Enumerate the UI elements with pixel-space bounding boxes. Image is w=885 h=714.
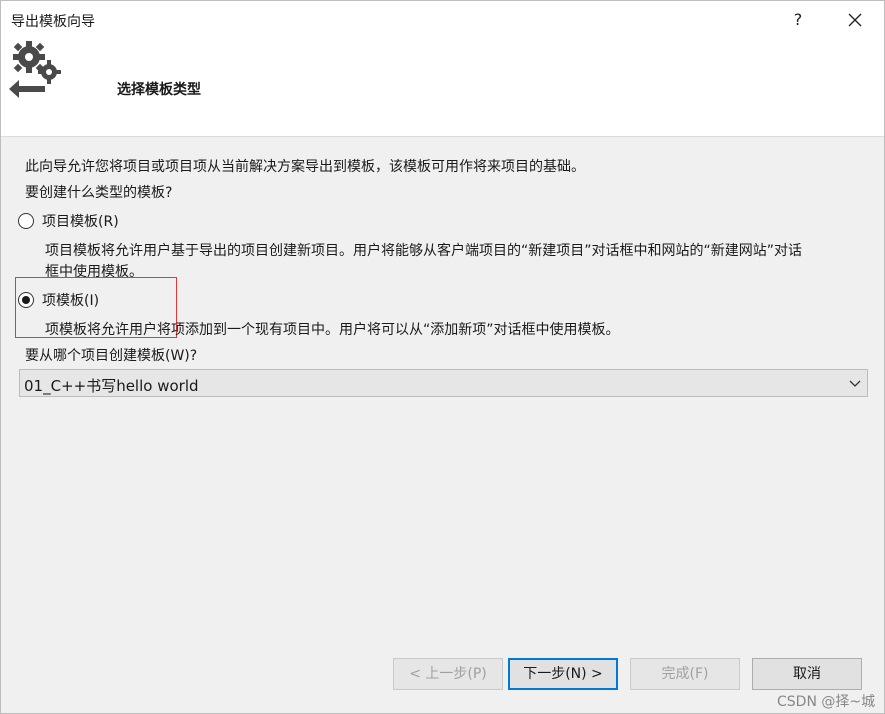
item-template-radio[interactable]: 项模板(I) xyxy=(18,290,99,310)
project-template-radio[interactable]: 项目模板(R) xyxy=(18,211,119,231)
help-button[interactable]: ? xyxy=(787,7,809,33)
page-heading: 选择模板类型 xyxy=(117,82,201,98)
radio-circle[interactable] xyxy=(18,213,34,229)
project-select-label: 要从哪个项目创建模板(W)? xyxy=(25,348,198,364)
wizard-header: 选择模板类型 xyxy=(1,39,884,137)
close-button[interactable] xyxy=(841,7,869,33)
title-bar: 导出模板向导 ? xyxy=(1,1,884,39)
finish-button[interactable]: 完成(F) xyxy=(630,658,740,690)
chevron-down-icon xyxy=(849,380,861,387)
project-template-label: 项目模板(R) xyxy=(42,214,119,230)
template-type-question: 要创建什么类型的模板? xyxy=(25,185,173,201)
csdn-watermark: CSDN @择~城 xyxy=(777,694,876,710)
cancel-button[interactable]: 取消 xyxy=(752,658,862,690)
item-template-label: 项模板(I) xyxy=(42,293,100,309)
project-select-value: 01_C++书写hello world xyxy=(24,377,199,395)
export-template-wizard-window: 导出模板向导 ? 选择模板类型 此向导允许您将项目或项目项从当前解决方案导出到模… xyxy=(0,0,885,714)
close-icon xyxy=(848,13,862,27)
window-title: 导出模板向导 xyxy=(11,14,95,30)
radio-circle-selected[interactable] xyxy=(18,292,34,308)
project-template-desc-line1: 项目模板将允许用户基于导出的项目创建新项目。用户将能够从客户端项目的“新建项目”… xyxy=(45,243,803,259)
back-button[interactable]: < 上一步(P) xyxy=(393,658,503,690)
project-select[interactable]: 01_C++书写hello world xyxy=(19,369,868,397)
gear-export-icon xyxy=(9,41,61,98)
next-button[interactable]: 下一步(N) > xyxy=(508,658,618,690)
item-template-desc: 项模板将允许用户将项添加到一个现有项目中。用户将可以从“添加新项”对话框中使用模… xyxy=(45,322,620,338)
intro-text: 此向导允许您将项目或项目项从当前解决方案导出到模板，该模板可用作将来项目的基础。 xyxy=(25,159,585,175)
